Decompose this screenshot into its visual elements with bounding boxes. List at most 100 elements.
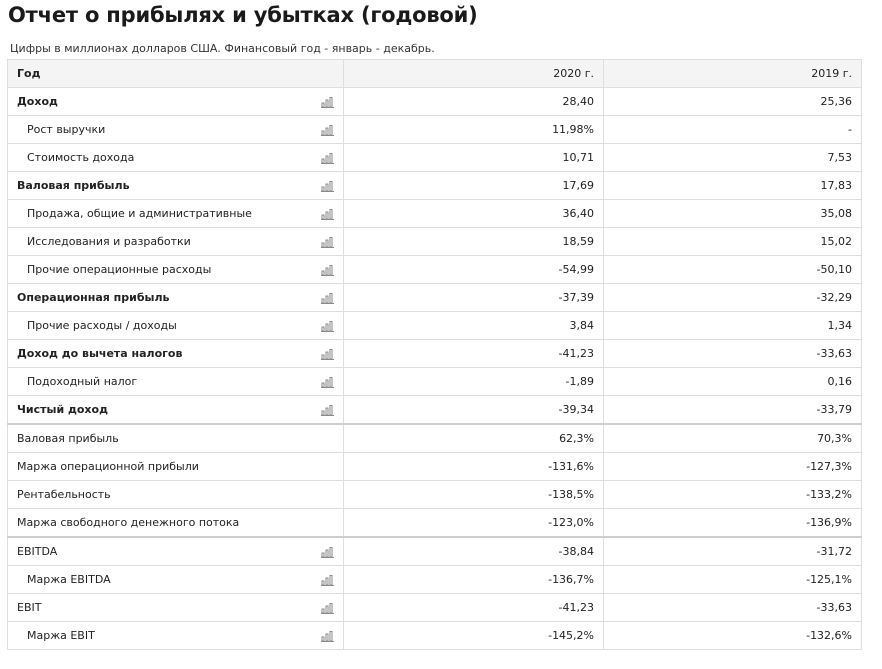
value-2020: 28,40 [343,87,605,116]
value-2020: -1,89 [343,367,605,396]
bar-chart-icon[interactable] [321,545,335,558]
row-label: Маржа EBIT [7,621,295,650]
value-2019: 35,08 [603,199,863,228]
table-row: Рост выручки 11,98% - [7,115,863,144]
table-row: Операционная прибыль -37,39 -32,29 [7,283,863,312]
row-chart-cell [294,339,345,368]
value-2020: 11,98% [343,115,605,144]
row-chart-cell [294,171,345,200]
bar-chart-icon[interactable] [321,629,335,642]
value-2019: 1,34 [603,311,863,340]
table-row: Прочие операционные расходы -54,99 -50,10 [7,255,863,284]
value-2019: -33,63 [603,339,863,368]
row-label: Рост выручки [7,115,295,144]
bar-chart-icon[interactable] [321,207,335,220]
row-chart-cell [294,87,345,116]
bar-chart-icon[interactable] [321,95,335,108]
value-2019: -132,6% [603,621,863,650]
row-label: EBIT [7,593,295,622]
table-row: Чистый доход -39,34 -33,79 [7,395,863,425]
value-2020: -136,7% [343,565,605,594]
table-row: Исследования и разработки 18,59 15,02 [7,227,863,256]
row-label: EBITDA [7,536,295,566]
row-chart-cell [294,621,345,650]
bar-chart-icon[interactable] [321,151,335,164]
value-2019: -33,63 [603,593,863,622]
value-2019: -136,9% [603,508,863,538]
value-2019: 7,53 [603,143,863,172]
bar-chart-icon[interactable] [321,291,335,304]
value-2020: 62,3% [343,423,605,453]
header-year-2020: 2020 г. [343,59,605,88]
row-chart-cell [294,452,345,481]
row-chart-cell [294,565,345,594]
value-2020: -54,99 [343,255,605,284]
value-2019: 17,83 [603,171,863,200]
row-chart-cell [294,395,345,425]
table-row: Продажа, общие и административные 36,40 35… [7,199,863,228]
value-2019: -31,72 [603,536,863,566]
row-label: Прочие расходы / доходы [7,311,295,340]
header-year-2019: 2019 г. [603,59,863,88]
row-chart-cell [294,199,345,228]
table-row: Прочие расходы / доходы 3,84 1,34 [7,311,863,340]
value-2019: - [603,115,863,144]
row-label: Доход [7,87,295,116]
value-2020: -39,34 [343,395,605,425]
value-2019: -133,2% [603,480,863,509]
value-2020: -38,84 [343,536,605,566]
row-label: Стоимость дохода [7,143,295,172]
value-2020: -123,0% [343,508,605,538]
value-2020: -138,5% [343,480,605,509]
value-2019: 70,3% [603,423,863,453]
bar-chart-icon[interactable] [321,601,335,614]
bar-chart-icon[interactable] [321,375,335,388]
table-row: Доход до вычета налогов -41,23 -33,63 [7,339,863,368]
row-chart-cell [294,480,345,509]
value-2020: -131,6% [343,452,605,481]
page-title: Отчет о прибылях и убытках (годовой) [8,3,478,27]
bar-chart-icon[interactable] [321,347,335,360]
bar-chart-icon[interactable] [321,235,335,248]
bar-chart-icon[interactable] [321,573,335,586]
bar-chart-icon[interactable] [321,319,335,332]
value-2020: 3,84 [343,311,605,340]
value-2019: 15,02 [603,227,863,256]
row-chart-cell [294,283,345,312]
row-label: Чистый доход [7,395,295,425]
bar-chart-icon[interactable] [321,263,335,276]
row-label: Маржа EBITDA [7,565,295,594]
value-2020: -41,23 [343,339,605,368]
bar-chart-icon[interactable] [321,403,335,416]
row-chart-cell [294,367,345,396]
table-row: Маржа EBITDA -136,7% -125,1% [7,565,863,594]
row-chart-cell [294,423,345,453]
value-2020: -41,23 [343,593,605,622]
row-chart-cell [294,311,345,340]
row-label: Подоходный налог [7,367,295,396]
value-2019: -33,79 [603,395,863,425]
value-2020: 18,59 [343,227,605,256]
table-row: Маржа EBIT -145,2% -132,6% [7,621,863,650]
value-2020: 17,69 [343,171,605,200]
table-row: Валовая прибыль 17,69 17,83 [7,171,863,200]
row-chart-cell [294,508,345,538]
value-2020: 36,40 [343,199,605,228]
table-header-row: Год 2020 г. 2019 г. [6,59,863,88]
row-label: Маржа свободного денежного потока [7,508,295,538]
bar-chart-icon[interactable] [321,123,335,136]
row-label: Валовая прибыль [7,423,295,453]
bar-chart-icon[interactable] [321,179,335,192]
row-chart-cell [294,143,345,172]
row-label: Продажа, общие и административные [7,199,295,228]
value-2019: -125,1% [603,565,863,594]
row-label: Доход до вычета налогов [7,339,295,368]
table-row: Доход 28,40 25,36 [7,87,863,116]
value-2019: 25,36 [603,87,863,116]
table-row: Рентабельность -138,5% -133,2% [7,480,863,509]
value-2019: -50,10 [603,255,863,284]
table-row: Валовая прибыль 62,3% 70,3% [7,423,863,453]
table-row: Маржа операционной прибыли -131,6% -127,3% [7,452,863,481]
row-chart-cell [294,255,345,284]
page-subtitle: Цифры в миллионах долларов США. Финансов… [10,42,435,55]
